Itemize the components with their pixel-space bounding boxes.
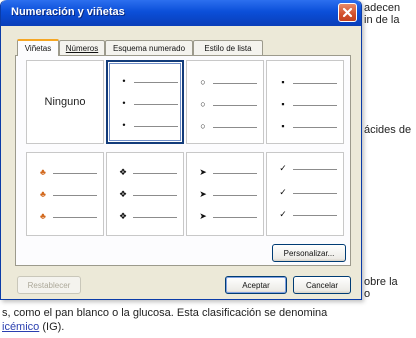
bullet-option-fleur[interactable]: ♣ ♣ ♣ (26, 152, 104, 236)
accept-button[interactable]: Aceptar (225, 276, 287, 294)
tab-bullets[interactable]: Viñetas (17, 39, 59, 56)
bullets-numbering-dialog: Numeración y viñetas Viñetas Números Esq… (0, 0, 362, 300)
doc-text-line: icémico (IG). (2, 321, 64, 333)
cancel-button[interactable]: Cancelar (293, 276, 351, 294)
bullet-square-icon: ▪ (281, 77, 285, 87)
doc-link[interactable]: icémico (2, 321, 39, 333)
button-label: Personalizar... (283, 248, 335, 258)
customize-button[interactable]: Personalizar... (272, 244, 346, 262)
bullets-tab-panel: Ninguno • • • ○ ○ ○ ▪ ▪ ▪ ♣ ♣ ♣ ❖ ❖ ❖ ➤ … (15, 55, 351, 266)
bullet-star-icon: ❖ (118, 189, 128, 199)
close-icon (342, 7, 353, 18)
tab-label: Estilo de lista (204, 43, 252, 53)
bullet-fleur-icon: ♣ (40, 211, 46, 221)
button-label: Aceptar (242, 280, 270, 290)
bullet-square-icon: ▪ (281, 99, 285, 109)
bullet-dot-icon: • (122, 120, 126, 130)
button-label: Restablecer (27, 280, 71, 290)
bullet-star-icon: ❖ (118, 167, 128, 177)
bullet-option-label: Ninguno (44, 96, 86, 108)
tab-label: Viñetas (24, 44, 52, 53)
doc-text-fragment: (IG). (39, 321, 65, 333)
bullet-option-hollow-circle[interactable]: ○ ○ ○ (186, 60, 264, 144)
bullet-star-icon: ❖ (118, 211, 128, 221)
dialog-title: Numeración y viñetas (11, 6, 125, 18)
bullet-circle-icon: ○ (200, 77, 206, 87)
bullet-arrow-icon: ➤ (199, 167, 207, 177)
reset-button[interactable]: Restablecer (17, 276, 81, 294)
doc-text-line: ácides de (364, 124, 412, 136)
close-button[interactable] (338, 3, 357, 22)
doc-text-line: in de la (364, 14, 400, 26)
bullet-fleur-icon: ♣ (40, 167, 46, 177)
doc-text-line: adecen (364, 2, 401, 14)
bullet-option-none[interactable]: Ninguno (26, 60, 104, 144)
bullet-circle-icon: ○ (200, 121, 206, 131)
dialog-titlebar[interactable]: Numeración y viñetas (1, 0, 361, 26)
doc-text-line: o (364, 288, 371, 300)
bullet-fleur-icon: ♣ (40, 189, 46, 199)
doc-text-line: s, como el pan blanco o la glucosa. Esta… (2, 307, 328, 319)
bullet-dot-icon: • (122, 98, 126, 108)
doc-text-line: obre la (364, 276, 398, 288)
tab-numbers[interactable]: Números (59, 40, 105, 55)
button-label: Cancelar (305, 280, 338, 290)
bullet-option-square[interactable]: ▪ ▪ ▪ (266, 60, 344, 144)
bullet-check-icon: ✓ (279, 209, 287, 219)
bullet-circle-icon: ○ (200, 99, 206, 109)
bullet-check-icon: ✓ (279, 187, 287, 197)
tab-list-style[interactable]: Estilo de lista (193, 40, 263, 55)
tab-outline-numbered[interactable]: Esquema numerado (105, 40, 193, 55)
bullet-arrow-icon: ➤ (199, 189, 207, 199)
bullet-arrow-icon: ➤ (199, 211, 207, 221)
tab-label: Números (65, 43, 99, 53)
bullet-option-checkmark[interactable]: ✓ ✓ ✓ (266, 152, 344, 236)
bullet-square-icon: ▪ (281, 121, 285, 131)
bullet-dot-icon: • (122, 76, 126, 86)
bullet-option-solid-dot[interactable]: • • • (106, 60, 184, 144)
bullet-check-icon: ✓ (279, 163, 287, 173)
tab-label: Esquema numerado (112, 43, 186, 53)
bullet-option-diamond-star[interactable]: ❖ ❖ ❖ (106, 152, 184, 236)
bullet-option-arrow[interactable]: ➤ ➤ ➤ (186, 152, 264, 236)
